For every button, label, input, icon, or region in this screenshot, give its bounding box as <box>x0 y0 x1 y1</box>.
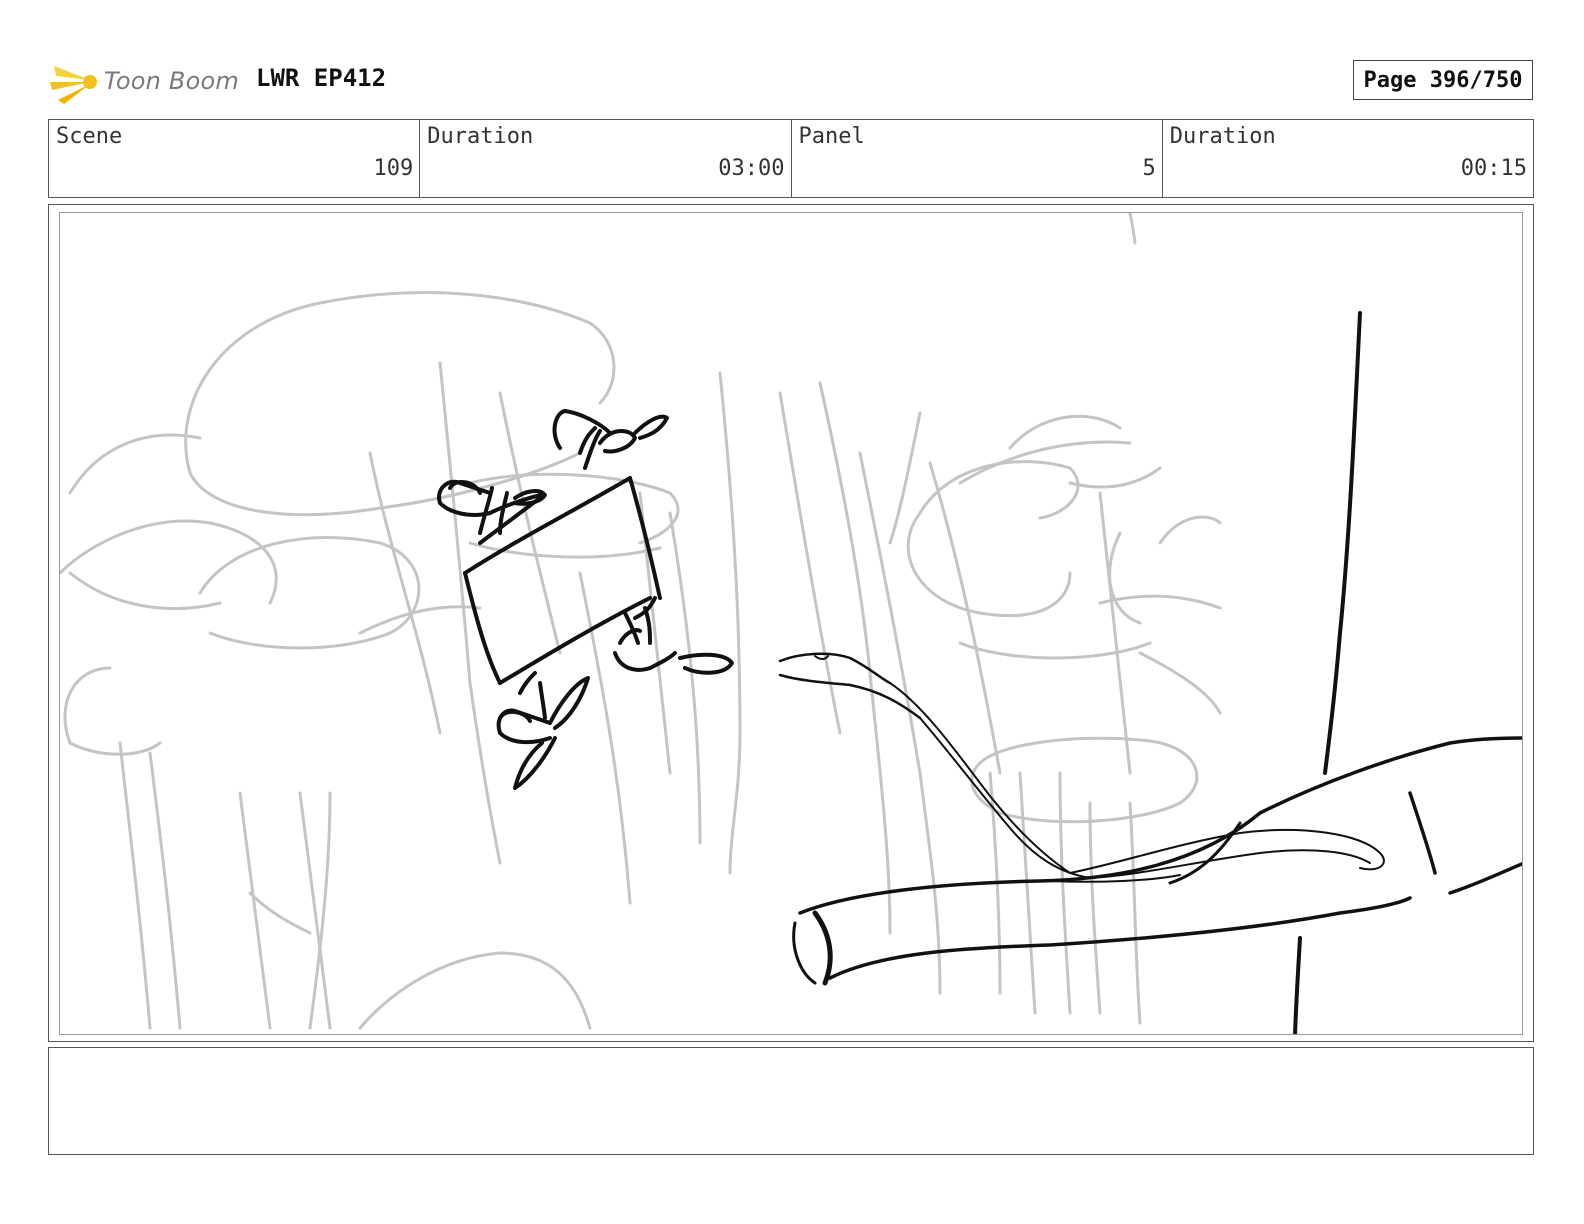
storyboard-panel-frame <box>48 204 1534 1042</box>
panel-notes-box <box>48 1047 1534 1155</box>
panel-duration-cell: Duration 00:15 <box>1163 120 1533 197</box>
panel-duration-value: 00:15 <box>1460 156 1527 181</box>
scene-cell: Scene 109 <box>49 120 421 197</box>
toon-boom-logo: Toon Boom <box>50 56 239 106</box>
scene-duration-cell: Duration 03:00 <box>420 120 792 197</box>
scene-label: Scene <box>56 124 123 149</box>
scene-duration-label: Duration <box>427 124 534 149</box>
document-title: LWR EP412 <box>256 64 387 92</box>
panel-label: Panel <box>798 124 865 149</box>
scene-value: 109 <box>373 156 414 181</box>
background-forest-sketch <box>60 213 1222 1030</box>
page-indicator: Page 396/750 <box>1353 60 1533 100</box>
panel-duration-label: Duration <box>1169 124 1276 149</box>
panel-cell: Panel 5 <box>792 120 1163 197</box>
storyboard-drawing <box>59 212 1523 1035</box>
scene-info-table: Scene 109 Duration 03:00 Panel 5 Duratio… <box>48 119 1534 198</box>
panel-value: 5 <box>1142 156 1156 181</box>
star-burst-icon <box>50 58 97 104</box>
logo-text: Toon Boom <box>104 67 239 95</box>
scene-duration-value: 03:00 <box>718 156 785 181</box>
